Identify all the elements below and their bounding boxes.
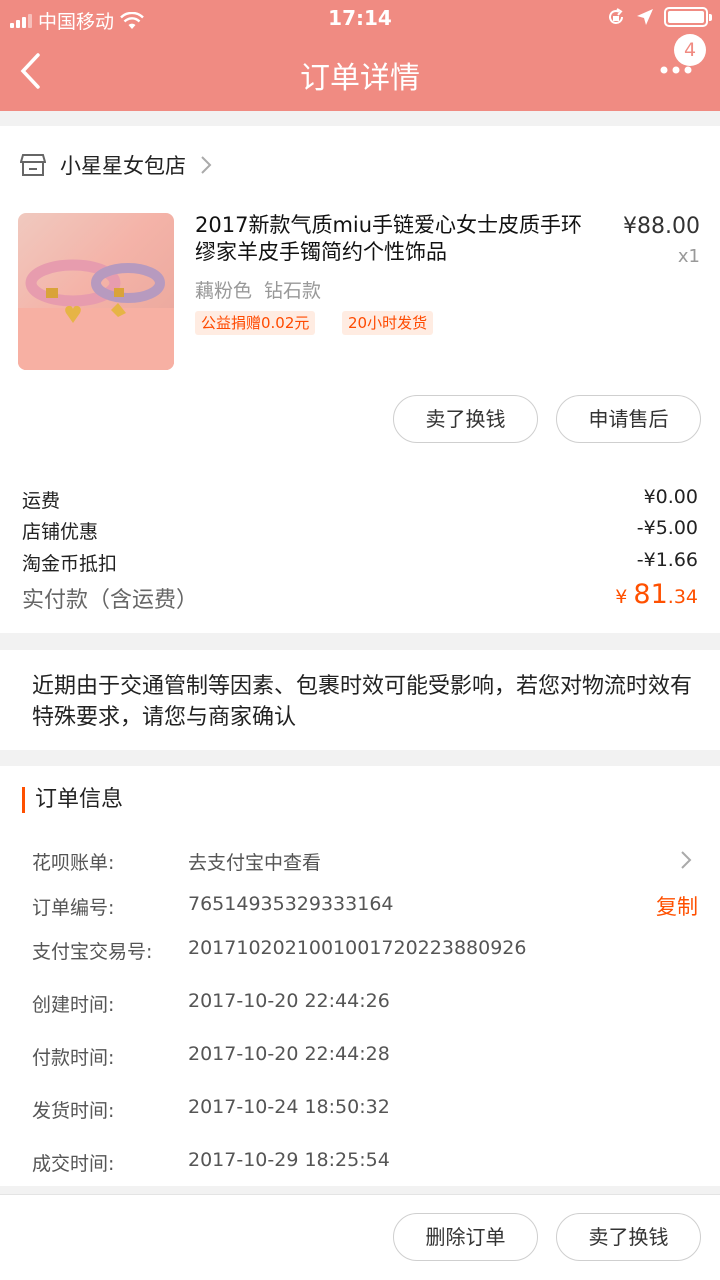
battery-icon <box>664 7 712 27</box>
alipay-number-label: 支付宝交易号: <box>32 941 153 963</box>
logistics-notice: 近期由于交通管制等因素、包裹时效可能受影响，若您对物流时效有特殊要求，请您与商家… <box>32 674 693 730</box>
coin-deduction-value: -¥1.66 <box>636 549 698 571</box>
created-time-value: 2017-10-20 22:44:26 <box>188 990 390 1012</box>
after-sale-button[interactable]: 申请售后 <box>556 395 701 443</box>
order-number-value: 76514935329333164 <box>188 893 394 915</box>
alipay-number-value: 2017102021001001720223880926 <box>188 937 527 959</box>
shop-discount-value: -¥5.00 <box>636 517 698 539</box>
shipping-fee-label: 运费 <box>22 490 61 512</box>
store-icon <box>20 154 46 176</box>
product-image[interactable] <box>18 213 174 370</box>
rotation-lock-icon <box>609 8 623 24</box>
footer-sell-button[interactable]: 卖了换钱 <box>556 1213 701 1261</box>
more-button[interactable] <box>658 62 698 92</box>
bracelet-image <box>18 259 174 370</box>
shipping-time-tag: 20小时发货 <box>342 311 434 335</box>
app-header: 中国移动 17:14 订单详情 4 <box>0 0 720 111</box>
order-info-card <box>0 766 720 1186</box>
total-label: 实付款（含运费） <box>22 588 199 613</box>
huabei-label: 花呗账单: <box>32 852 115 874</box>
total-currency: ¥ <box>615 586 628 608</box>
page-title: 订单详情 <box>300 61 420 96</box>
order-info-title: 订单信息 <box>22 787 123 813</box>
huabei-link[interactable]: 去支付宝中查看 <box>188 848 321 875</box>
sell-button[interactable]: 卖了换钱 <box>393 395 538 443</box>
shipping-fee-value: ¥0.00 <box>643 486 698 508</box>
shop-link[interactable]: 小星星女包店 <box>20 150 212 180</box>
product-price: ¥88.00 <box>623 214 700 239</box>
shop-discount-label: 店铺优惠 <box>22 521 99 543</box>
product-sku: 藕粉色 钻石款 <box>195 280 322 302</box>
delete-order-button[interactable]: 删除订单 <box>393 1213 538 1261</box>
product-quantity: x1 <box>677 246 700 267</box>
completed-time-value: 2017-10-29 18:25:54 <box>188 1149 390 1171</box>
status-bar: 中国移动 17:14 <box>0 0 720 36</box>
shop-name: 小星星女包店 <box>60 154 186 178</box>
copy-button[interactable]: 复制 <box>656 891 698 921</box>
created-time-label: 创建时间: <box>32 994 115 1016</box>
product-title[interactable]: 2017新款气质miu手链爱心女士皮质手环 缪家羊皮手镯简约个性饰品 <box>195 212 595 266</box>
location-arrow-icon <box>637 9 653 25</box>
completed-time-label: 成交时间: <box>32 1153 115 1175</box>
shipped-time-value: 2017-10-24 18:50:32 <box>188 1096 390 1118</box>
chevron-right-icon <box>201 156 212 174</box>
coin-deduction-label: 淘金币抵扣 <box>22 553 118 575</box>
charity-tag: 公益捐赠0.02元 <box>195 311 316 335</box>
total-amount: ¥ 81.34 <box>615 579 698 610</box>
paid-time-value: 2017-10-20 22:44:28 <box>188 1043 390 1065</box>
status-icons <box>606 7 712 27</box>
paid-time-label: 付款时间: <box>32 1047 115 1069</box>
order-number-label: 订单编号: <box>32 897 115 919</box>
shipped-time-label: 发货时间: <box>32 1100 115 1122</box>
total-decimal: .34 <box>667 586 698 608</box>
total-integer: 81 <box>633 579 668 610</box>
chevron-right-icon <box>681 851 692 869</box>
message-count-badge: 4 <box>674 34 706 66</box>
